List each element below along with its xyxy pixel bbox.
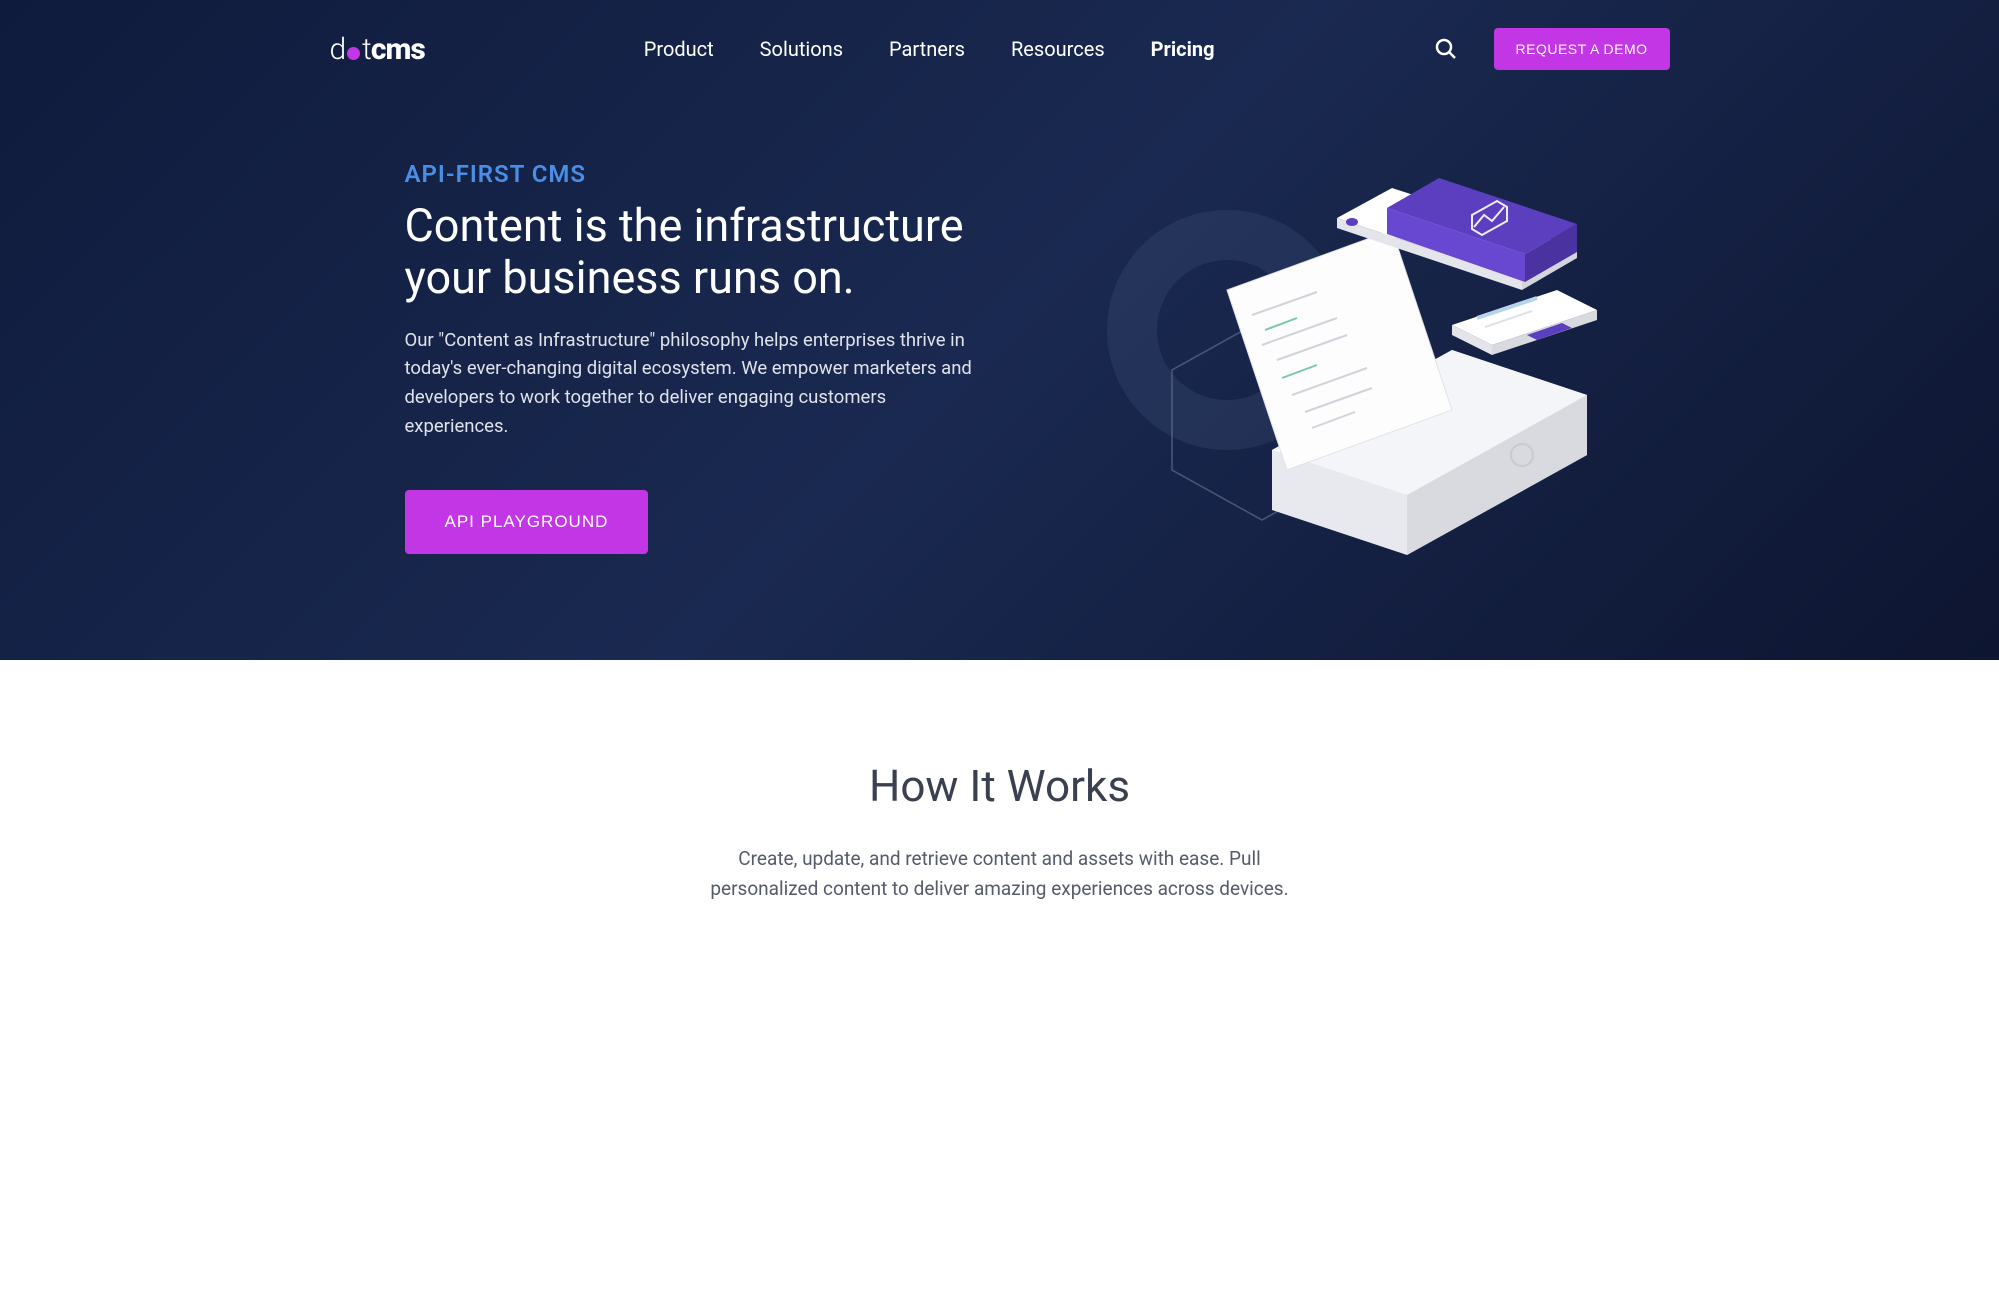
- nav-item-pricing[interactable]: Pricing: [1151, 37, 1215, 61]
- how-it-works-section: How It Works Create, update, and retriev…: [0, 660, 1999, 965]
- hero-illustration: [1035, 160, 1640, 580]
- logo-d: d: [330, 32, 346, 67]
- section-description: Create, update, and retrieve content and…: [705, 844, 1295, 905]
- logo-t: t: [362, 32, 371, 67]
- hero-text: API-FIRST CMS Content is the infrastruct…: [405, 160, 995, 554]
- hero-description: Our "Content as Infrastructure" philosop…: [405, 326, 995, 441]
- nav-item-partners[interactable]: Partners: [889, 37, 965, 61]
- nav-item-solutions[interactable]: Solutions: [760, 37, 843, 61]
- hero-content: API-FIRST CMS Content is the infrastruct…: [330, 98, 1670, 660]
- nav-bar: d t cms Product Solutions Partners Resou…: [300, 0, 1700, 98]
- api-playground-button[interactable]: API PLAYGROUND: [405, 490, 649, 554]
- nav-right: REQUEST A DEMO: [1434, 28, 1670, 70]
- request-demo-button[interactable]: REQUEST A DEMO: [1494, 28, 1670, 70]
- isometric-device-icon: [1057, 160, 1617, 580]
- logo-dot-icon: [347, 47, 360, 60]
- hero-eyebrow: API-FIRST CMS: [405, 160, 995, 188]
- nav-item-resources[interactable]: Resources: [1011, 37, 1105, 61]
- section-title: How It Works: [30, 760, 1969, 812]
- logo[interactable]: d t cms: [330, 32, 425, 67]
- nav-item-product[interactable]: Product: [644, 37, 714, 61]
- hero-title: Content is the infrastructure your busin…: [405, 200, 995, 304]
- hero-section: d t cms Product Solutions Partners Resou…: [0, 0, 1999, 660]
- logo-cms: cms: [371, 32, 425, 67]
- search-icon[interactable]: [1434, 37, 1458, 61]
- nav-menu: Product Solutions Partners Resources Pri…: [644, 37, 1215, 61]
